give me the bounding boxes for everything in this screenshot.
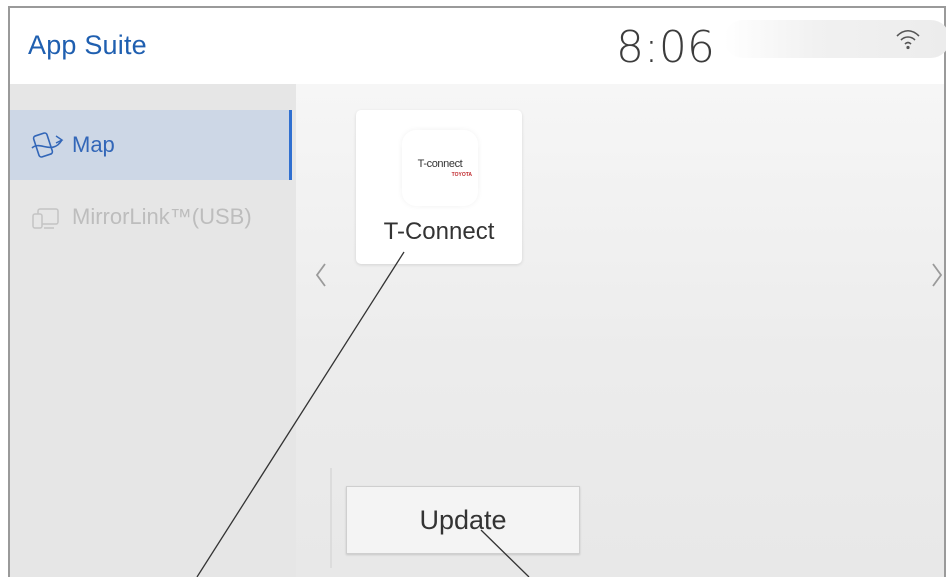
- sidebar-item-label: Map: [72, 132, 115, 157]
- app-tile-label: T-Connect: [383, 218, 495, 245]
- sidebar-item-map[interactable]: Map: [10, 110, 292, 180]
- chevron-right-icon[interactable]: [928, 258, 946, 292]
- t-connect-logo-text: T-connect: [417, 158, 463, 170]
- app-suite-screen: App Suite 8:06 Map MirrorLink™(USB) T-co…: [8, 6, 946, 577]
- app-grid-area: T-connect TOYOTA T-Connect Update: [296, 84, 944, 577]
- sidebar-item-label: MirrorLink™(USB): [72, 204, 252, 229]
- t-connect-logo: T-connect TOYOTA: [402, 130, 478, 206]
- phone-map-icon: [31, 132, 64, 158]
- mirrorlink-icon: [32, 208, 59, 229]
- sidebar: Map MirrorLink™(USB): [10, 84, 296, 577]
- chevron-left-icon[interactable]: [312, 258, 330, 292]
- wifi-icon: [896, 29, 920, 50]
- sidebar-item-mirrorlink[interactable]: MirrorLink™(USB): [10, 182, 292, 252]
- toyota-logo-text: TOYOTA: [451, 172, 472, 178]
- update-button[interactable]: Update: [346, 486, 580, 554]
- page-title: App Suite: [28, 30, 147, 60]
- clock: 8:06: [616, 22, 715, 73]
- divider: [330, 468, 332, 568]
- app-tile-t-connect[interactable]: T-connect TOYOTA T-Connect: [356, 110, 522, 264]
